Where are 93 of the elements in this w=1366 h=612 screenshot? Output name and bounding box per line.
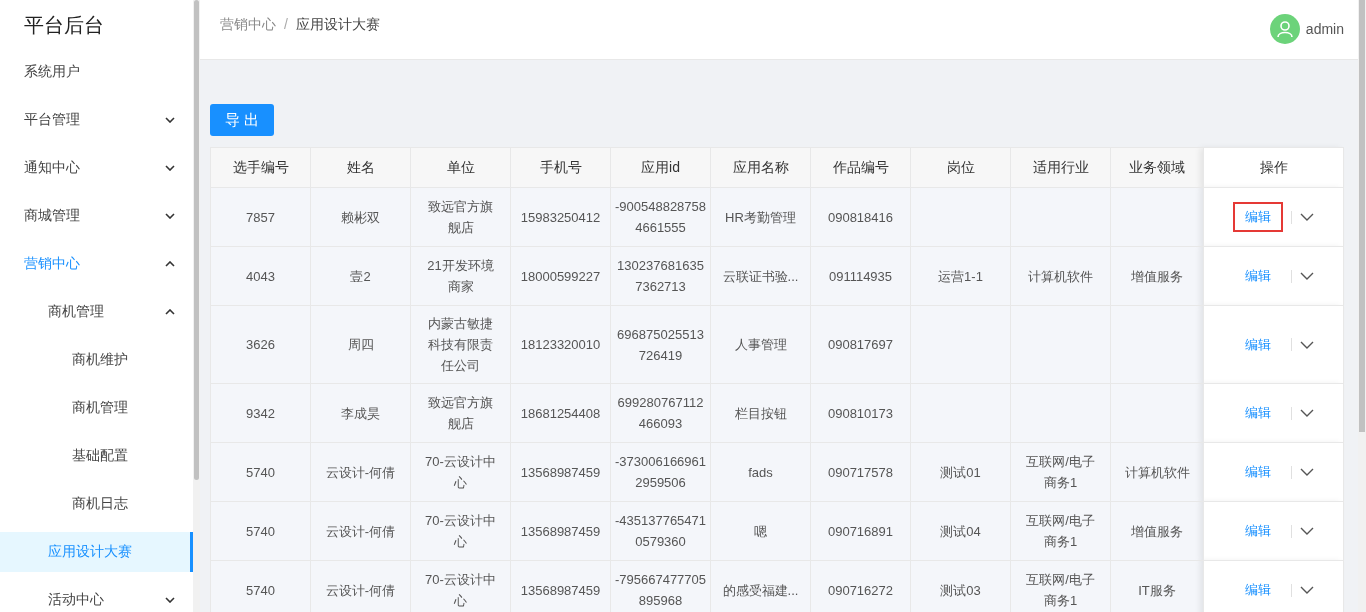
table-cell: 嗯: [710, 501, 811, 561]
table-cell: 091114935: [810, 246, 911, 306]
sidebar-item[interactable]: 商机维护: [0, 336, 193, 384]
table-cell: 70-云设计中心: [410, 442, 511, 502]
sidebar-item[interactable]: 系统用户: [0, 48, 193, 96]
table-cell: 周四: [310, 305, 411, 384]
app-title: 平台后台: [23, 13, 105, 38]
column-header: 应用名称: [710, 147, 811, 188]
table-cell: 增值服务: [1110, 501, 1204, 561]
table-cell: 运营1-1: [910, 246, 1011, 306]
table-cell: 赖彬双: [310, 187, 411, 247]
column-header: 姓名: [310, 147, 411, 188]
column-header: 手机号: [510, 147, 611, 188]
table-cell: 18681254408: [510, 383, 611, 443]
table-cell: HR考勤管理: [710, 187, 811, 247]
table-cell: 090717578: [810, 442, 911, 502]
table-cell: 人事管理: [710, 305, 811, 384]
table-cell: 696875025513726419: [610, 305, 711, 384]
table-cell: 15983250412: [510, 187, 611, 247]
table-cell: 090716891: [810, 501, 911, 561]
table-cell: 云设计-何倩: [310, 501, 411, 561]
sidebar-item[interactable]: 商城管理: [0, 192, 193, 240]
table-cell: -4351377654710579360: [610, 501, 711, 561]
breadcrumb-item[interactable]: 营销中心: [220, 16, 276, 59]
expand-caret-icon[interactable]: [1300, 272, 1314, 280]
sidebar-item[interactable]: 商机管理: [0, 288, 193, 336]
table-cell: 致远官方旗舰店: [410, 383, 511, 443]
expand-caret-icon[interactable]: [1300, 213, 1314, 221]
table-cell: 5740: [210, 501, 311, 561]
expand-caret-icon[interactable]: [1300, 468, 1314, 476]
table-cell: 21开发环境商家: [410, 246, 511, 306]
column-header: 操作: [1203, 147, 1344, 188]
table-cell: 13568987459: [510, 501, 611, 561]
table-cell: 18123320010: [510, 305, 611, 384]
table-cell: 5740: [210, 442, 311, 502]
table-cell: 增值服务: [1110, 246, 1204, 306]
scrollbar-thumb[interactable]: [1359, 0, 1365, 432]
table-cell: 李成昊: [310, 383, 411, 443]
table-cell: fads: [710, 442, 811, 502]
table-cell: 测试01: [910, 442, 1011, 502]
table-cell: 1302376816357362713: [610, 246, 711, 306]
table-cell: 计算机软件: [1010, 246, 1111, 306]
table-cell: 内蒙古敏捷科技有限责任公司: [410, 305, 511, 384]
expand-caret-icon[interactable]: [1300, 527, 1314, 535]
chevron-down-icon: [165, 213, 175, 219]
sidebar-item[interactable]: 活动中心: [0, 576, 193, 612]
sidebar-item[interactable]: 商机日志: [0, 480, 193, 528]
column-header: 业务领域: [1110, 147, 1204, 188]
table-cell: 致远官方旗舰店: [410, 187, 511, 247]
sidebar-item[interactable]: 通知中心: [0, 144, 193, 192]
table-cell: 090818416: [810, 187, 911, 247]
column-header: 作品编号: [810, 147, 911, 188]
column-header: 岗位: [910, 147, 1011, 188]
table-cell: 090817697: [810, 305, 911, 384]
breadcrumb-item: 应用设计大赛: [295, 16, 380, 34]
table-cell: 090810173: [810, 383, 911, 443]
table-cell: 云联证书验...: [710, 246, 811, 306]
table-cell: 7857: [210, 187, 311, 247]
table-cell: 18000599227: [510, 246, 611, 306]
breadcrumb-separator: /: [284, 16, 288, 34]
expand-caret-icon[interactable]: [1300, 586, 1314, 594]
chevron-down-icon: [165, 597, 175, 603]
table-cell: 699280767112466093: [610, 383, 711, 443]
table-cell: 计算机软件: [1110, 442, 1204, 502]
table-cell: 互联网/电子商务1: [1010, 442, 1111, 502]
chevron-down-icon: [165, 117, 175, 123]
table-cell: 互联网/电子商务1: [1010, 501, 1111, 561]
table-cell: 70-云设计中心: [410, 501, 511, 561]
username[interactable]: admin: [1305, 20, 1344, 37]
table-cell: 9342: [210, 383, 311, 443]
table-cell: 3626: [210, 305, 311, 384]
column-header: 选手编号: [210, 147, 311, 188]
table-cell: 5740: [210, 560, 311, 612]
column-header: 单位: [410, 147, 511, 188]
scrollbar-thumb[interactable]: [194, 0, 199, 480]
column-header: 适用行业: [1010, 147, 1111, 188]
table-cell: 云设计-何倩: [310, 442, 411, 502]
table-cell: 测试04: [910, 501, 1011, 561]
expand-caret-icon[interactable]: [1300, 340, 1314, 349]
table-cell: 13568987459: [510, 442, 611, 502]
sidebar-item[interactable]: 商机管理: [0, 384, 193, 432]
table-cell: 壹2: [310, 246, 411, 306]
table-cell: -9005488287584661555: [610, 187, 711, 247]
column-header: 应用id: [610, 147, 711, 188]
chevron-up-icon: [165, 309, 175, 315]
chevron-up-icon: [165, 261, 175, 267]
table-cell: 4043: [210, 246, 311, 306]
table-cell: 栏目按钮: [710, 383, 811, 443]
chevron-down-icon: [165, 165, 175, 171]
sidebar-item[interactable]: 基础配置: [0, 432, 193, 480]
table-cell: -3730061669612959506: [610, 442, 711, 502]
expand-caret-icon[interactable]: [1300, 409, 1314, 417]
sidebar-item[interactable]: 平台管理: [0, 96, 193, 144]
